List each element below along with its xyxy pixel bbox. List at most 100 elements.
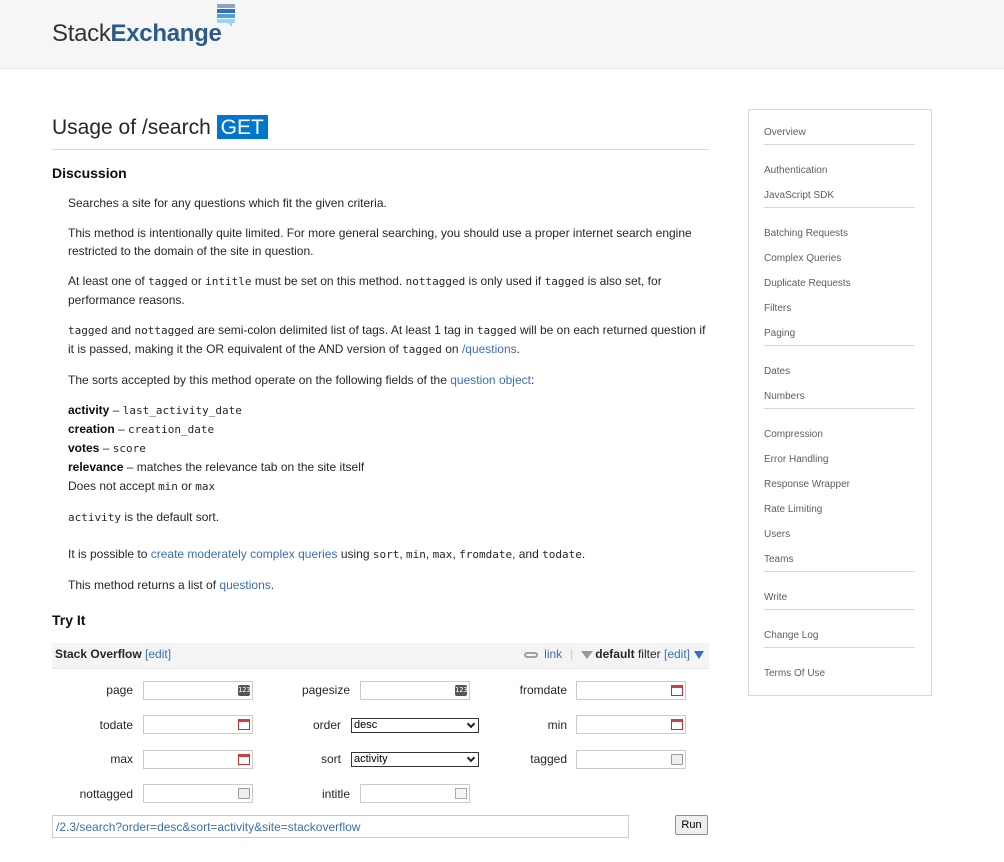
text: . [270, 578, 275, 592]
code-max: max [195, 480, 216, 493]
text: on [441, 342, 462, 356]
discussion-p2: This method is intentionally quite limit… [68, 226, 692, 258]
sidebar-item-users[interactable]: Users [764, 529, 790, 540]
sidebar-item-compression[interactable]: Compression [764, 429, 823, 440]
sidebar-item-teams[interactable]: Teams [764, 554, 793, 565]
sidebar-item-javascript-sdk[interactable]: JavaScript SDK [764, 190, 834, 201]
http-verb-badge: GET [216, 115, 268, 139]
sidebar-item-terms-of-use[interactable]: Terms Of Use [764, 668, 825, 679]
sidebar-item-overview[interactable]: Overview [764, 127, 806, 138]
permalink-link[interactable]: link [544, 647, 562, 661]
site-edit-link[interactable]: [edit] [145, 647, 171, 661]
sidebar-item-batching-requests[interactable]: Batching Requests [764, 228, 848, 239]
sort-field: score [112, 442, 146, 455]
sidebar-divider [764, 144, 915, 145]
try-it-tools: link | default filter [edit] [524, 647, 704, 661]
sidebar-item-dates[interactable]: Dates [764, 366, 790, 377]
sidebar-item-response-wrapper[interactable]: Response Wrapper [764, 479, 850, 490]
sidebar-item-duplicate-requests[interactable]: Duplicate Requests [764, 278, 851, 289]
discussion-p5: The sorts accepted by this method operat… [68, 371, 708, 389]
code-tagged: tagged [544, 275, 585, 288]
text: At least one of [68, 274, 149, 288]
question-object-link[interactable]: question object [450, 373, 531, 387]
code-sort: sort [372, 548, 400, 561]
todate-input[interactable] [143, 715, 253, 734]
stackexchange-logo-icon [217, 4, 235, 27]
pagesize-label: pagesize [301, 683, 350, 697]
fromdate-input[interactable] [576, 681, 686, 700]
top-bar: StackExchange [0, 0, 1004, 69]
try-it-heading: Try It [52, 612, 86, 628]
run-button[interactable]: Run [675, 815, 708, 835]
request-url-field[interactable]: /2.3/search?order=desc&sort=activity&sit… [52, 815, 629, 838]
todate-label: todate [99, 718, 133, 732]
tagged-input[interactable] [576, 750, 686, 769]
code-max: max [432, 548, 453, 561]
sort-selected-value: activity [354, 753, 388, 765]
text: using [337, 547, 373, 561]
separator: | [570, 647, 574, 661]
code-tagged: tagged [402, 343, 442, 356]
link-icon [524, 651, 539, 658]
calendar-icon[interactable] [671, 685, 683, 696]
order-select[interactable]: desc [351, 718, 479, 733]
sidebar-item-paging[interactable]: Paging [764, 328, 795, 339]
sort-name: relevance [68, 460, 124, 474]
intitle-input[interactable] [360, 784, 470, 803]
discussion-p7: It is possible to create moderately comp… [68, 545, 708, 564]
calendar-icon[interactable] [238, 754, 250, 765]
filter-icon [581, 650, 594, 659]
sidebar-item-authentication[interactable]: Authentication [764, 165, 827, 176]
dash: – [114, 422, 129, 436]
sort-select[interactable]: activity [351, 752, 479, 767]
text: and [107, 323, 135, 337]
sidebar-item-change-log[interactable]: Change Log [764, 630, 819, 641]
fromdate-label: fromdate [519, 683, 567, 697]
page-input[interactable]: 123 [143, 681, 253, 700]
dash: – [109, 403, 123, 417]
discussion-p3: At least one of tagged or intitle must b… [68, 272, 708, 309]
sidebar-divider [764, 647, 915, 648]
text: , and [512, 547, 543, 561]
calendar-icon[interactable] [238, 719, 250, 730]
text: are semi-colon delimited list of tags. A… [194, 323, 477, 337]
page-title-path: Usage of /search [52, 116, 211, 139]
code-min: min [406, 548, 426, 561]
keyboard-icon [238, 788, 250, 799]
max-input[interactable] [143, 750, 253, 769]
pagesize-input[interactable]: 123 [360, 681, 470, 700]
code-activity: activity [68, 511, 121, 524]
discussion-body: Searches a site for any questions which … [68, 194, 708, 606]
nottagged-label: nottagged [79, 787, 133, 801]
sort-label: sort [320, 752, 341, 766]
max-label: max [110, 752, 133, 766]
caret-down-icon[interactable] [694, 650, 704, 659]
nottagged-input[interactable] [143, 784, 253, 803]
discussion-p4: tagged and nottagged are semi-colon deli… [68, 321, 708, 359]
complex-queries-link[interactable]: create moderately complex queries [151, 547, 338, 561]
sidebar-item-rate-limiting[interactable]: Rate Limiting [764, 504, 822, 515]
questions-route-link[interactable]: /questions [462, 342, 517, 356]
main-content: Usage of /search GET Discussion Searches… [52, 110, 709, 628]
sidebar-item-write[interactable]: Write [764, 592, 787, 603]
calendar-icon[interactable] [671, 719, 683, 730]
sidebar-item-filters[interactable]: Filters [764, 303, 791, 314]
text: . [516, 342, 520, 356]
sidebar-item-numbers[interactable]: Numbers [764, 391, 805, 402]
filter-edit-link[interactable]: [edit] [664, 647, 690, 661]
filter-word: filter [634, 647, 664, 661]
sort-item-relevance: relevance – matches the relevance tab on… [68, 458, 708, 477]
sort-name: votes [68, 441, 100, 455]
site-name: Stack Overflow [55, 647, 142, 661]
text: must be set on this method. [251, 274, 406, 288]
code-intitle: intitle [205, 275, 252, 288]
sidebar-item-error-handling[interactable]: Error Handling [764, 454, 828, 465]
sort-name: creation [68, 422, 115, 436]
questions-type-link[interactable]: questions [219, 578, 270, 592]
sidebar-item-complex-queries[interactable]: Complex Queries [764, 253, 841, 264]
sidebar-divider [764, 207, 915, 208]
text: This method returns a list of [68, 578, 220, 592]
code-fromdate: fromdate [459, 548, 513, 561]
number-icon: 123 [455, 685, 468, 696]
min-input[interactable] [576, 715, 686, 734]
